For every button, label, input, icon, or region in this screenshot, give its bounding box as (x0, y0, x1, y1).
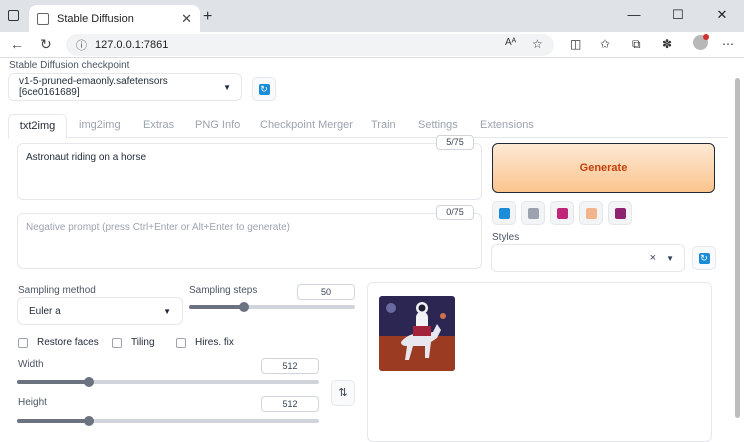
sampling-steps-input[interactable]: 50 (297, 284, 355, 300)
tab-extensions[interactable]: Extensions (480, 119, 534, 131)
width-input[interactable]: 512 (261, 358, 319, 374)
url-text: 127.0.0.1:7861 (95, 39, 169, 51)
restore-faces-label: Restore faces (37, 337, 99, 348)
clear-styles-icon[interactable]: × (650, 252, 656, 264)
back-arrow-icon[interactable]: ← (10, 36, 24, 52)
close-tab-icon[interactable]: ✕ (181, 11, 192, 27)
browser-tab[interactable]: Stable Diffusion ✕ (29, 5, 200, 32)
close-window-button[interactable]: ✕ (700, 0, 744, 32)
sampling-steps-slider[interactable] (189, 302, 355, 312)
prompt-input[interactable]: Astronaut riding on a horse (17, 143, 482, 200)
tab-settings[interactable]: Settings (418, 119, 458, 131)
address-toolbar: ← ↻ ⓘ 127.0.0.1:7861 Aᴬ ☆ ◫ ✩ ⧉ ✽ ⋯ (0, 32, 744, 58)
browser-tabstrip: Stable Diffusion ✕ + — ☐ ✕ (0, 0, 744, 32)
slider-fill (17, 419, 90, 423)
extensions-icon[interactable]: ✽ (662, 37, 672, 51)
slider-handle[interactable] (84, 377, 95, 387)
checkpoint-dropdown[interactable]: v1-5-pruned-emaonly.safetensors [6ce0161… (8, 73, 242, 101)
astronaut-horse-image (379, 296, 455, 371)
more-menu-icon[interactable]: ⋯ (722, 37, 734, 51)
tab-actions-icon[interactable] (8, 10, 19, 21)
profile-avatar[interactable] (693, 34, 709, 50)
slider-handle[interactable] (84, 416, 95, 426)
tab-img2img[interactable]: img2img (79, 119, 121, 131)
page-icon (37, 12, 49, 25)
negative-prompt-input[interactable]: Negative prompt (press Ctrl+Enter or Alt… (17, 213, 482, 269)
new-tab-button[interactable]: + (203, 8, 212, 26)
styles-dropdown[interactable]: × ▼ (491, 244, 685, 272)
collections-icon[interactable]: ⧉ (632, 37, 641, 52)
tiling-label: Tiling (131, 337, 155, 348)
styles-label: Styles (492, 232, 520, 243)
chevron-down-icon: ▼ (163, 306, 171, 316)
height-label: Height (18, 397, 47, 408)
slider-fill (189, 305, 244, 309)
favorite-star-icon[interactable]: ☆ (532, 37, 543, 51)
minimize-button[interactable]: — (612, 0, 656, 32)
checkbox-box[interactable] (176, 337, 186, 348)
clipboard-icon (585, 207, 597, 219)
save-style-button[interactable] (608, 201, 632, 225)
refresh-checkpoint-button[interactable]: ↻ (252, 77, 276, 101)
chevron-down-icon: ▼ (666, 254, 674, 263)
window-controls: — ☐ ✕ (612, 0, 744, 32)
height-input[interactable]: 512 (261, 396, 319, 412)
hires-fix-label: Hires. fix (195, 337, 234, 348)
main-tabs: txt2img img2img Extras PNG Info Checkpoi… (8, 114, 728, 139)
arrow-icon (498, 207, 510, 219)
read-params-button[interactable] (492, 201, 516, 225)
sampling-method-label: Sampling method (18, 285, 96, 296)
prompt-token-counter: 5/75 (436, 135, 474, 150)
slider-handle[interactable] (238, 302, 249, 312)
read-aloud-icon[interactable]: Aᴬ (505, 37, 516, 48)
negative-prompt-token-counter: 0/75 (436, 205, 474, 220)
slider-fill (17, 380, 90, 384)
maximize-button[interactable]: ☐ (656, 0, 700, 32)
page-scrollbar[interactable] (735, 60, 740, 420)
swap-dimensions-button[interactable]: ⇅ (331, 380, 355, 406)
webui-app: Stable Diffusion checkpoint v1-5-pruned-… (0, 58, 744, 442)
restore-faces-checkbox[interactable]: Restore faces (18, 337, 99, 348)
favorites-icon[interactable]: ✩ (600, 37, 610, 51)
tab-checkpoint-merger[interactable]: Checkpoint Merger (260, 119, 353, 131)
generated-image-thumbnail[interactable] (379, 296, 455, 371)
checkpoint-value: v1-5-pruned-emaonly.safetensors [6ce0161… (19, 76, 168, 98)
tiling-checkbox[interactable]: Tiling (112, 337, 155, 348)
refresh-styles-button[interactable]: ↻ (692, 246, 716, 270)
card-icon (556, 207, 568, 219)
checkbox-box[interactable] (112, 337, 122, 348)
tab-title: Stable Diffusion (57, 12, 134, 25)
sampling-steps-label: Sampling steps (189, 285, 258, 296)
width-slider[interactable] (17, 377, 319, 387)
tab-png-info[interactable]: PNG Info (195, 119, 240, 131)
sampling-method-value: Euler a (29, 305, 61, 317)
info-icon[interactable]: ⓘ (76, 37, 87, 53)
refresh-icon: ↻ (258, 83, 270, 95)
height-slider[interactable] (17, 416, 319, 426)
save-icon (614, 207, 626, 219)
trash-icon (527, 207, 539, 219)
sampling-method-dropdown[interactable]: Euler a ▼ (17, 297, 183, 325)
hires-fix-checkbox[interactable]: Hires. fix (176, 337, 234, 348)
reload-icon[interactable]: ↻ (40, 36, 52, 53)
tab-txt2img[interactable]: txt2img (8, 114, 67, 139)
clear-prompt-button[interactable] (521, 201, 545, 225)
tab-train[interactable]: Train (371, 119, 396, 131)
split-screen-icon[interactable]: ◫ (570, 37, 581, 51)
chevron-down-icon: ▼ (223, 82, 231, 92)
extra-networks-button[interactable] (550, 201, 574, 225)
checkbox-box[interactable] (18, 337, 28, 348)
tab-extras[interactable]: Extras (143, 119, 174, 131)
generate-button[interactable]: Generate (492, 143, 715, 193)
checkpoint-label: Stable Diffusion checkpoint (9, 60, 130, 71)
address-bar[interactable]: ⓘ 127.0.0.1:7861 (66, 34, 554, 56)
width-label: Width (18, 359, 44, 370)
apply-style-button[interactable] (579, 201, 603, 225)
refresh-icon: ↻ (698, 252, 710, 264)
scrollbar-thumb[interactable] (735, 78, 740, 418)
